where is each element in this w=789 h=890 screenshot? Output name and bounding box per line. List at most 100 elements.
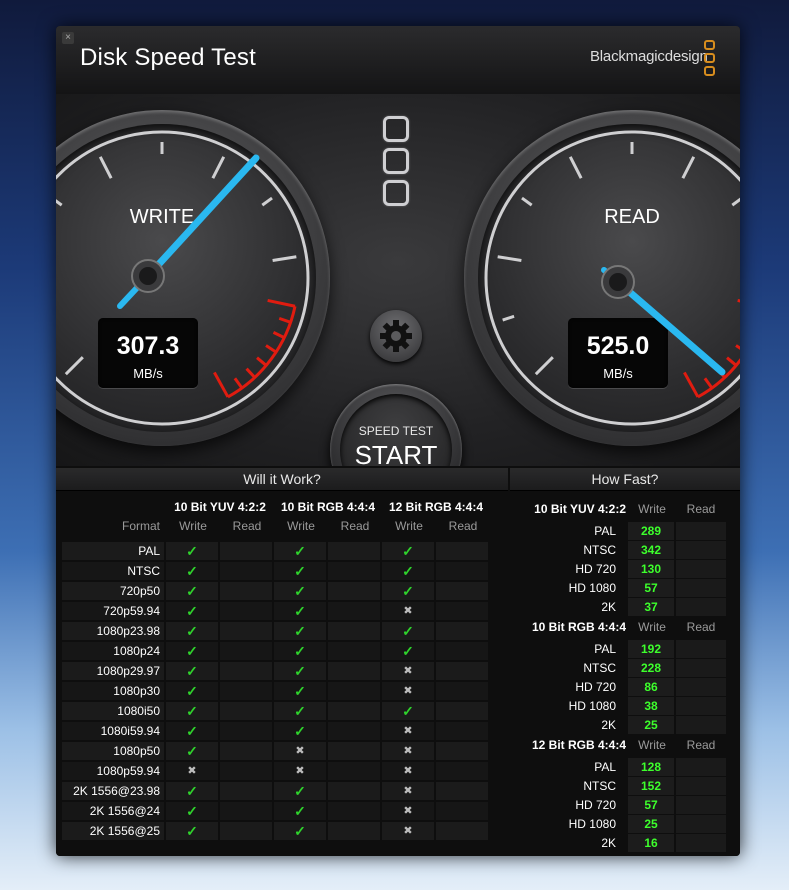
read-result-cell [436,822,488,840]
read-result-cell [436,582,488,600]
read-result-cell [436,622,488,640]
read-speed-cell [676,758,726,776]
check-icon: ✓ [166,642,218,660]
read-result-cell [436,722,488,740]
cross-icon: ✖ [382,802,434,820]
speed-format-name: NTSC [583,543,616,557]
read-speed-cell [676,659,726,677]
check-icon: ✓ [382,622,434,640]
read-result-cell [220,802,272,820]
check-icon: ✓ [166,602,218,620]
speed-format-name: NTSC [583,779,616,793]
write-speed-cell: 16 [628,834,674,852]
read-result-cell [328,802,380,820]
gauge-panel: WRITE 307.3 MB/s READ 525.0 MB/s SPEED T… [56,94,740,516]
speed-format-name: HD 720 [575,562,616,576]
read-column-header: Read [686,738,716,752]
read-result-cell [220,762,272,780]
write-column-header: Write [395,519,423,533]
write-speed-cell: 152 [628,777,674,795]
read-result-cell [436,542,488,560]
progress-indicator-icon [383,116,409,142]
brand-logo-square [704,66,715,76]
speed-format-name: PAL [594,524,616,538]
check-icon: ✓ [274,682,326,700]
check-icon: ✓ [166,662,218,680]
check-icon: ✓ [274,582,326,600]
write-speed-cell: 342 [628,541,674,559]
read-speed-cell [676,579,726,597]
read-result-cell [328,722,380,740]
format-column-header: Format [121,519,160,533]
read-result-cell [220,602,272,620]
format-name: 1080p29.97 [96,664,160,678]
check-icon: ✓ [166,582,218,600]
close-button[interactable]: × [62,32,74,44]
check-icon: ✓ [166,682,218,700]
read-result-cell [436,702,488,720]
format-name: 1080p59.94 [96,764,160,778]
speed-format-name: PAL [594,760,616,774]
read-speed-cell [676,697,726,715]
how-fast-heading: How Fast? [510,468,740,491]
read-speed-cell [676,815,726,833]
brand-logo-square [704,53,715,63]
write-needle [117,154,260,309]
read-column-header: Read [686,502,716,516]
check-icon: ✓ [166,702,218,720]
speed-format-name: 2K [601,718,616,732]
read-gauge: READ 525.0 MB/s [464,110,740,446]
check-icon: ✓ [274,802,326,820]
brand-logo-square [704,40,715,50]
read-result-cell [220,782,272,800]
start-button-caption: SPEED TEST [358,424,434,438]
read-result-cell [328,562,380,580]
check-icon: ✓ [274,562,326,580]
results-panel: Will it Work? How Fast? 10 Bit YUV 4:2:2… [56,466,740,856]
read-result-cell [328,742,380,760]
read-result-cell [328,682,380,700]
read-speed-cell [676,678,726,696]
check-icon: ✓ [166,542,218,560]
read-speed-cell [676,796,726,814]
read-result-cell [328,702,380,720]
read-speed-cell [676,716,726,734]
write-speed-cell: 128 [628,758,674,776]
format-group-header: 12 Bit RGB 4:4:4 [388,500,484,514]
cross-icon: ✖ [382,822,434,840]
read-result-cell [220,822,272,840]
check-icon: ✓ [274,702,326,720]
app-title: Disk Speed Test [80,44,256,71]
format-name: 720p59.94 [103,604,160,618]
read-speed-cell [676,640,726,658]
progress-indicator-icon [383,180,409,206]
read-result-cell [220,722,272,740]
read-result-cell [436,742,488,760]
read-column-header: Read [686,620,716,634]
check-icon: ✓ [382,542,434,560]
speed-format-name: 2K [601,600,616,614]
write-speed-cell: 86 [628,678,674,696]
write-speed-cell: 228 [628,659,674,677]
read-column-header: Read [232,519,262,533]
read-result-cell [220,662,272,680]
speed-format-name: HD 720 [575,798,616,812]
read-result-cell [220,742,272,760]
check-icon: ✓ [274,602,326,620]
check-icon: ✓ [274,542,326,560]
check-icon: ✓ [166,562,218,580]
check-icon: ✓ [274,822,326,840]
title-bar: × Disk Speed Test Blackmagicdesign [56,26,740,94]
read-result-cell [436,642,488,660]
read-result-cell [220,702,272,720]
check-icon: ✓ [166,822,218,840]
read-result-cell [328,582,380,600]
speed-format-name: HD 1080 [568,817,616,831]
cross-icon: ✖ [274,742,326,760]
read-speed-cell [676,777,726,795]
write-speed-cell: 289 [628,522,674,540]
settings-button[interactable] [370,310,422,362]
read-result-cell [328,642,380,660]
check-icon: ✓ [166,782,218,800]
speed-format-name: HD 1080 [568,699,616,713]
